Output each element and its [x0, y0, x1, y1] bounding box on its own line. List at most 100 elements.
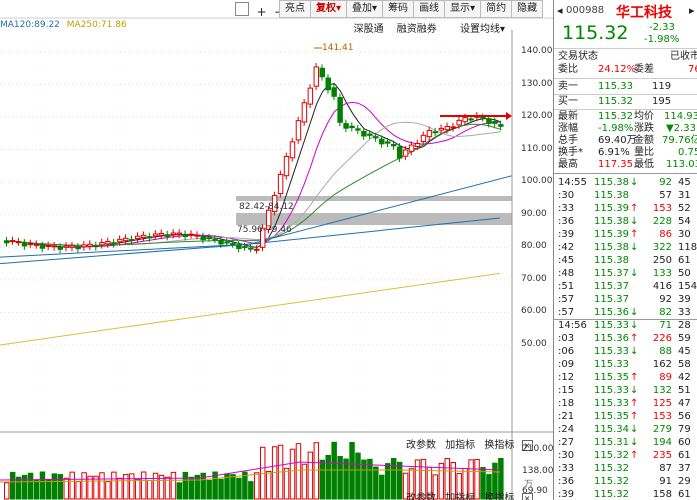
swap-indicator-link[interactable]: 换指标	[484, 440, 514, 451]
overlay-button[interactable]: 叠加▾	[346, 0, 384, 18]
highlight-button[interactable]: 亮点	[279, 0, 311, 18]
tick-count: 30	[678, 229, 691, 240]
tick-price: 115.32	[594, 463, 629, 474]
volume-bar	[194, 474, 200, 500]
candle-body	[81, 244, 87, 248]
tick-price: 115.39	[594, 229, 629, 240]
tick-price: 115.32	[594, 476, 629, 487]
tick-price: 115.37	[594, 294, 629, 305]
hide-button[interactable]: 隐藏	[511, 0, 544, 18]
candle-body	[450, 126, 456, 129]
volume-bar	[134, 478, 141, 500]
display-button[interactable]: 显示▾	[444, 0, 482, 18]
set-ma-link[interactable]: 设置均线▾	[450, 24, 505, 35]
tick-volume: 226	[652, 333, 672, 344]
tick-count: 118	[678, 242, 697, 253]
tick-count: 61	[678, 255, 691, 266]
tick-time: :09	[558, 359, 575, 370]
volume-bar	[75, 481, 81, 500]
volume-bar	[105, 481, 111, 500]
draw-line-button[interactable]: 画线	[413, 0, 446, 18]
vol-axis-0: 210.00	[522, 444, 554, 454]
candle-body	[87, 243, 93, 247]
left-arrow-icon[interactable]: ◂	[557, 4, 563, 17]
volume-bar	[51, 473, 58, 500]
volume-bar	[4, 482, 10, 500]
candle-body	[432, 131, 439, 134]
candle-body	[129, 239, 135, 242]
restore-rights-button[interactable]: 复权▾	[310, 0, 348, 18]
volume-bar	[176, 482, 183, 500]
candle-body	[63, 245, 69, 248]
square-icon[interactable]	[235, 2, 249, 16]
swap-indicator-link-2[interactable]: 换指标	[484, 493, 514, 500]
price-axis-label: 120.00	[521, 111, 553, 122]
price-axis-label: 90.00	[521, 208, 547, 219]
tick-arrow: ↓	[630, 437, 639, 448]
tick-volume: 162	[652, 359, 672, 370]
edit-params-link-2[interactable]: 改参数	[406, 493, 436, 500]
volume-bar	[283, 467, 290, 500]
volume-bar	[146, 479, 153, 500]
price-axis-label: 70.00	[521, 273, 547, 284]
candle-body	[390, 143, 397, 147]
candle-body	[69, 245, 75, 248]
tick-arrow: ↓	[630, 216, 639, 227]
candle-body	[295, 120, 302, 141]
candle-body	[379, 138, 385, 145]
tick-time: :33	[558, 203, 575, 214]
tick-count: 79	[678, 424, 691, 435]
tick-price: 115.34	[594, 424, 629, 435]
ma120-label: MA120:89.22	[0, 20, 60, 30]
volume-bar	[390, 458, 397, 500]
candle-body	[170, 232, 177, 235]
ma-legend: MA120:89.22 MA250:71.86	[0, 20, 127, 30]
volume-bar	[45, 478, 52, 500]
tick-count: 29	[678, 476, 691, 487]
trade-status-row: 交易状态 已收市	[558, 51, 697, 62]
hk-connect-link[interactable]: 深股通	[354, 24, 384, 35]
edit-params-link[interactable]: 改参数	[406, 440, 436, 451]
tick-price: 115.33	[594, 346, 629, 357]
tick-time: :42	[558, 242, 575, 253]
candle-body	[408, 144, 415, 152]
tick-time: :39	[558, 229, 575, 240]
volume-bar	[248, 481, 254, 500]
tick-row: :42 115.38 ↓ 322 118	[554, 242, 697, 254]
tick-count: 39	[678, 294, 691, 305]
volume-bar	[170, 471, 177, 500]
tick-time: :24	[558, 424, 575, 435]
add-indicator-link-2[interactable]: 加指标	[445, 493, 475, 500]
tick-row: :57 115.36 ↓ 82 33	[554, 307, 697, 319]
plus-icon[interactable]: +	[257, 5, 271, 19]
candle-body	[117, 238, 123, 243]
volume-bar	[242, 471, 248, 500]
tick-time: :57	[558, 307, 575, 318]
tick-price: 115.35	[594, 372, 629, 383]
candle-body	[367, 133, 373, 136]
simple-button[interactable]: 简约	[480, 0, 513, 18]
candle-body	[158, 232, 165, 236]
tick-time: :57	[558, 294, 575, 305]
margin-trading-link[interactable]: 融资融券	[397, 24, 437, 35]
tick-count: 52	[678, 203, 691, 214]
tick-count: 58	[678, 359, 691, 370]
tick-price: 115.38	[594, 177, 629, 188]
tick-arrow: ↓	[630, 307, 639, 318]
tick-volume: 322	[652, 242, 672, 253]
volume-bar	[33, 479, 40, 500]
candle-body	[194, 234, 200, 237]
chart-canvas[interactable]	[0, 0, 553, 500]
tick-time: :33	[558, 463, 575, 474]
chart-toolbar: 亮点 复权▾ 叠加▾ 筹码 画线 显示▾ 简约 隐藏	[279, 0, 544, 18]
tick-price: 115.36	[594, 307, 629, 318]
tick-count: 59	[678, 333, 691, 344]
chips-button[interactable]: 筹码	[382, 0, 415, 18]
right-arrow-icon[interactable]: ▸	[689, 4, 695, 17]
high-price-label: 141.41	[322, 43, 354, 53]
add-indicator-link[interactable]: 加指标	[445, 440, 475, 451]
tick-row: :57 115.37 92 39	[554, 294, 697, 306]
tick-price: 115.33	[594, 385, 629, 396]
tick-time: :36	[558, 476, 575, 487]
tick-row: :12 115.35 ↑ 89 42	[554, 372, 697, 384]
